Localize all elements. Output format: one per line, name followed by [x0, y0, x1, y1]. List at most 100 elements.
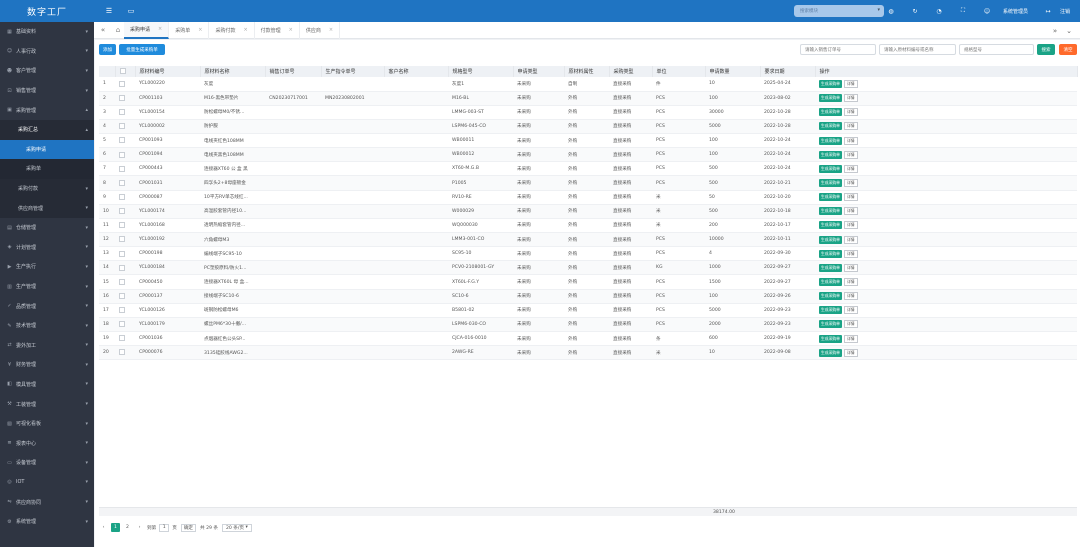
prev-page-icon[interactable]: ‹ — [99, 523, 108, 532]
row-checkbox[interactable] — [119, 236, 125, 243]
generate-purchase-order-button[interactable]: 生成采购单 — [819, 207, 842, 216]
generate-purchase-order-button[interactable]: 生成采购单 — [819, 136, 842, 145]
tabs-menu-chevron-icon[interactable]: ⌄ — [1062, 27, 1076, 35]
detail-button[interactable]: 详情 — [843, 94, 858, 103]
close-icon[interactable]: × — [289, 27, 293, 33]
row-checkbox[interactable] — [119, 165, 125, 172]
sidebar-item-13[interactable]: ▥ 生产管理 ▾ — [0, 277, 94, 297]
close-icon[interactable]: × — [243, 27, 247, 33]
sales-order-search-input[interactable]: 请输入销售订单号 — [800, 44, 876, 55]
detail-button[interactable]: 详情 — [843, 150, 858, 159]
detail-button[interactable]: 详情 — [843, 122, 858, 131]
close-icon[interactable]: × — [329, 27, 333, 33]
sidebar-item-11[interactable]: ◈ 计划管理 ▾ — [0, 238, 94, 258]
row-checkbox[interactable] — [119, 264, 125, 271]
row-select-cell[interactable] — [115, 289, 135, 304]
sidebar-item-23[interactable]: ◎ IOT ▾ — [0, 473, 94, 493]
row-checkbox[interactable] — [119, 307, 125, 314]
row-checkbox[interactable] — [119, 193, 125, 200]
generate-purchase-order-button[interactable]: 生成采购单 — [819, 221, 842, 230]
tab-2[interactable]: 采购付款 × — [209, 21, 255, 39]
detail-button[interactable]: 详情 — [843, 348, 858, 357]
spec-search-input[interactable]: 规格型号 — [959, 44, 1034, 55]
generate-purchase-order-button[interactable]: 生成采购单 — [819, 292, 842, 301]
generate-purchase-order-button[interactable]: 生成采购单 — [819, 150, 842, 159]
row-select-cell[interactable] — [115, 91, 135, 106]
home-icon[interactable]: ⌂ — [112, 26, 124, 34]
tabs-scroll-right-icon[interactable]: » — [1048, 27, 1062, 35]
generate-purchase-order-button[interactable]: 生成采购单 — [819, 79, 842, 88]
close-icon[interactable]: × — [158, 26, 162, 32]
sidebar-item-4[interactable]: ▣ 采购管理 ▴ — [0, 100, 94, 120]
tab-3[interactable]: 付款管理 × — [255, 21, 300, 39]
sidebar-item-12[interactable]: ▶ 生产执行 ▾ — [0, 257, 94, 277]
globe-icon[interactable]: ◍ — [879, 8, 903, 15]
row-select-cell[interactable] — [115, 190, 135, 205]
sidebar-item-16[interactable]: ⇄ 委外加工 ▾ — [0, 336, 94, 356]
generate-purchase-order-button[interactable]: 生成采购单 — [819, 348, 842, 357]
row-checkbox[interactable] — [119, 208, 125, 215]
goto-page-input[interactable]: 1 — [159, 523, 170, 532]
sidebar-item-7[interactable]: 采购单 — [0, 159, 94, 179]
add-button[interactable]: 添加 — [99, 44, 116, 55]
user-name[interactable]: 系统管理员 — [1003, 8, 1028, 15]
bell-icon[interactable]: ◔ — [927, 8, 951, 15]
row-select-cell[interactable] — [115, 331, 135, 347]
tab-0[interactable]: 采购申请 × — [124, 21, 170, 39]
detail-button[interactable]: 详情 — [843, 207, 858, 216]
row-select-cell[interactable] — [115, 260, 135, 276]
sidebar-item-24[interactable]: ⇋ 供应商协同 ▾ — [0, 492, 94, 512]
close-icon[interactable]: × — [198, 27, 202, 33]
generate-purchase-order-button[interactable]: 生成采购单 — [819, 193, 842, 202]
detail-button[interactable]: 详情 — [843, 235, 858, 244]
sidebar-item-15[interactable]: ✎ 技术管理 ▾ — [0, 316, 94, 336]
search-button[interactable]: 搜索 — [1037, 44, 1055, 55]
generate-purchase-order-button[interactable]: 生成采购单 — [819, 263, 842, 272]
row-select-cell[interactable] — [115, 77, 135, 92]
detail-button[interactable]: 详情 — [843, 179, 858, 188]
row-select-cell[interactable] — [115, 119, 135, 135]
page-2[interactable]: 2 — [123, 523, 132, 532]
generate-purchase-order-button[interactable]: 生成采购单 — [819, 278, 842, 287]
detail-button[interactable]: 详情 — [843, 278, 858, 287]
row-checkbox[interactable] — [119, 335, 125, 342]
sidebar-item-22[interactable]: ▭ 设备管理 ▾ — [0, 453, 94, 473]
logout-link[interactable]: 注销 — [1060, 8, 1070, 15]
sidebar-item-20[interactable]: ▧ 可视化看板 ▾ — [0, 414, 94, 434]
row-select-cell[interactable] — [115, 105, 135, 120]
window-icon[interactable]: ▭ — [124, 4, 138, 18]
page-size-select[interactable]: 20 条/页 ▾ — [221, 523, 252, 532]
sidebar-item-9[interactable]: 供应商管理 ▾ — [0, 198, 94, 218]
row-checkbox[interactable] — [119, 349, 125, 356]
row-select-cell[interactable] — [115, 161, 135, 177]
detail-button[interactable]: 详情 — [843, 164, 858, 173]
sidebar-item-3[interactable]: ⊡ 销售管理 ▾ — [0, 81, 94, 101]
row-select-cell[interactable] — [115, 246, 135, 262]
generate-purchase-order-button[interactable]: 生成采购单 — [819, 108, 842, 117]
row-select-cell[interactable] — [115, 218, 135, 234]
sidebar-item-21[interactable]: ≣ 报表中心 ▾ — [0, 433, 94, 453]
detail-button[interactable]: 详情 — [843, 292, 858, 301]
row-checkbox[interactable] — [119, 250, 125, 257]
row-select-cell[interactable] — [115, 274, 135, 290]
refresh-icon[interactable]: ↻ — [903, 8, 927, 15]
row-checkbox[interactable] — [119, 321, 125, 328]
row-checkbox[interactable] — [119, 292, 125, 299]
row-select-cell[interactable] — [115, 147, 135, 163]
sidebar-item-19[interactable]: ⚒ 工装管理 ▾ — [0, 394, 94, 414]
generate-purchase-order-button[interactable]: 生成采购单 — [819, 122, 842, 131]
tab-1[interactable]: 采购单 × — [169, 21, 210, 39]
row-checkbox[interactable] — [119, 278, 125, 285]
generate-purchase-order-button[interactable]: 生成采购单 — [819, 306, 842, 315]
goto-confirm-button[interactable]: 确定 — [180, 523, 197, 532]
sidebar-item-1[interactable]: ☺ 人事行政 ▾ — [0, 42, 94, 62]
row-select-cell[interactable] — [115, 232, 135, 248]
generate-purchase-order-button[interactable]: 生成采购单 — [819, 164, 842, 173]
sidebar-item-6[interactable]: 采购申请 — [0, 139, 94, 160]
detail-button[interactable]: 详情 — [843, 79, 858, 88]
sidebar-item-0[interactable]: ▦ 基础资料 ▾ — [0, 22, 94, 42]
tabs-scroll-left-icon[interactable]: « — [98, 26, 108, 34]
row-checkbox[interactable] — [119, 94, 125, 101]
row-checkbox[interactable] — [119, 179, 125, 186]
detail-button[interactable]: 详情 — [843, 263, 858, 272]
